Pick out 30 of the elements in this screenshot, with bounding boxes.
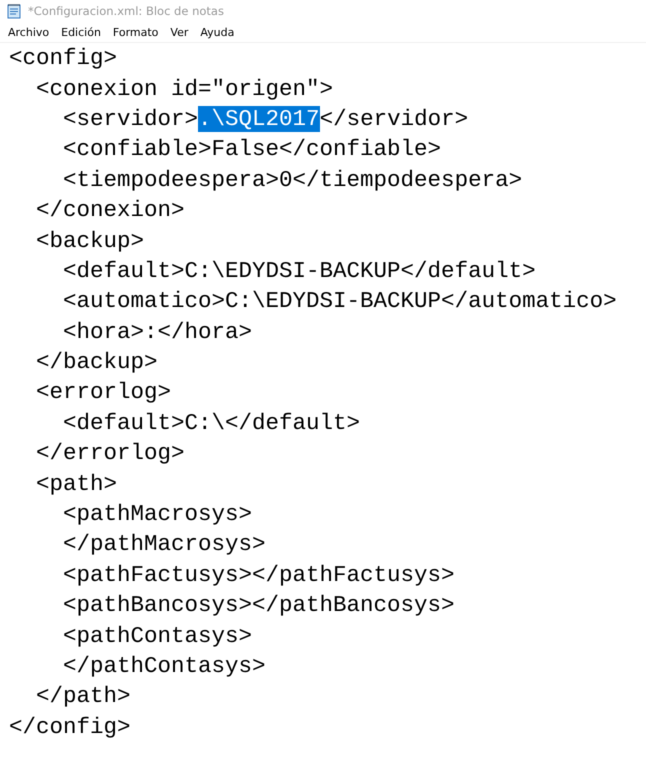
menu-item[interactable]: Edición — [55, 26, 107, 38]
code-line: <conexion id="origen"> — [36, 76, 334, 102]
menu-item[interactable]: Ayuda — [194, 26, 240, 38]
code-line: <servidor>.\SQL2017</servidor> — [63, 106, 468, 132]
window-title: *Configuracion.xml: Bloc de notas — [28, 4, 224, 18]
code-line: </config> — [9, 714, 131, 740]
code-line: <automatico>C:\EDYDSI-BACKUP</automatico> — [63, 288, 617, 314]
code-line: </path> — [36, 683, 131, 710]
code-line: </pathContasys> — [63, 653, 266, 679]
notepad-icon — [6, 3, 22, 19]
menu-item[interactable]: Ver — [164, 26, 194, 38]
code-line: </errorlog> — [36, 440, 185, 466]
menu-item[interactable]: Formato — [106, 26, 164, 38]
code-line: <pathBancosys></pathBancosys> — [63, 592, 455, 618]
code-line: <default>C:\</default> — [63, 410, 360, 436]
code-line: <errorlog> — [36, 379, 172, 406]
code-line: <tiempodeespera>0</tiempodeespera> — [63, 166, 522, 193]
code-line: <path> — [36, 470, 118, 497]
code-line: <pathFactusys></pathFactusys> — [63, 562, 455, 588]
code-line: <pathContasys> — [63, 622, 252, 649]
code-line: <hora>:</hora> — [63, 318, 252, 345]
code-line: <confiable>False</confiable> — [63, 136, 442, 162]
code-line: <backup> — [36, 228, 144, 254]
code-line: <config> — [9, 45, 118, 72]
code-line: <pathMacrosys> — [63, 501, 252, 528]
menu-item[interactable]: Archivo — [2, 26, 56, 38]
code-line: </pathMacrosys> — [63, 531, 266, 558]
code-line: </backup> — [36, 349, 158, 376]
code-line: <default>C:\EDYDSI-BACKUP</default> — [63, 258, 536, 284]
code-line: </conexion> — [36, 197, 185, 224]
